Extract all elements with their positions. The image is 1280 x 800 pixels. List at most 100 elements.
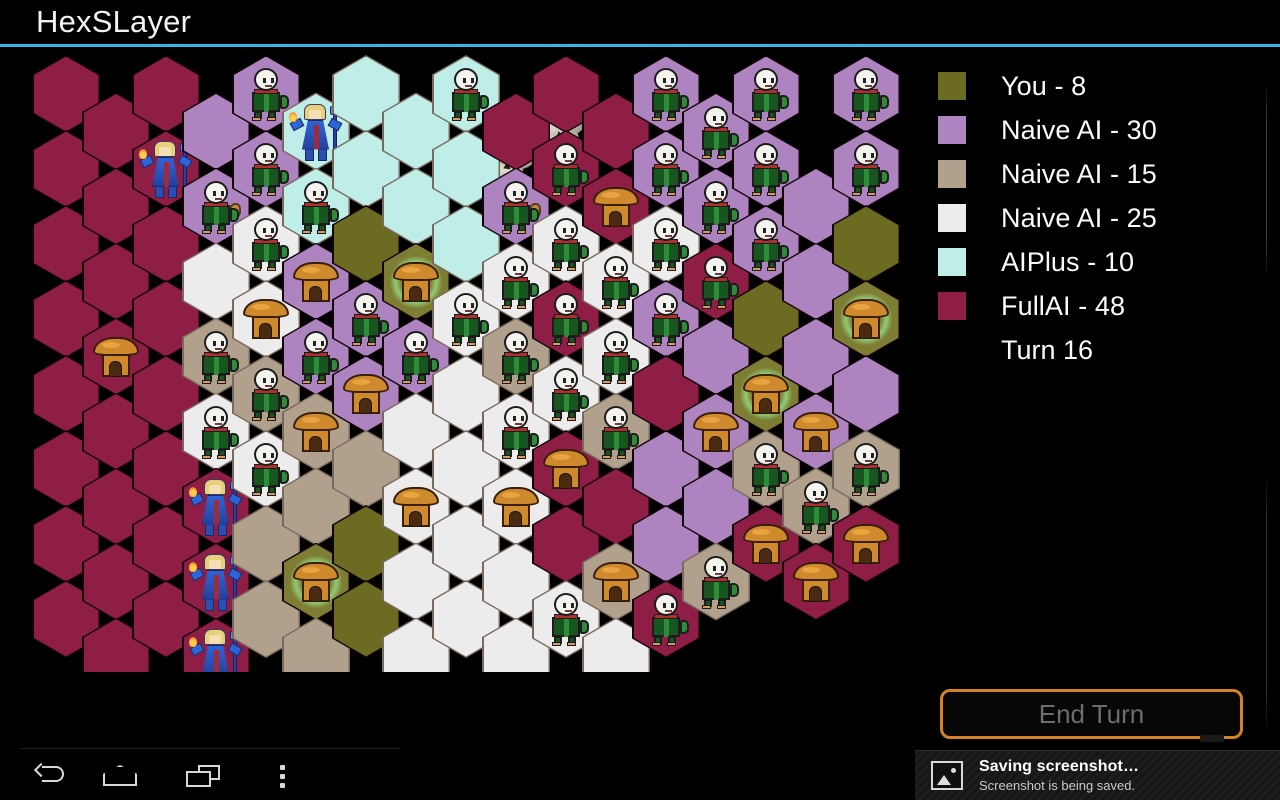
soldier-sprite[interactable]	[646, 593, 689, 646]
soldier-sprite[interactable]	[246, 443, 289, 496]
soldier-sprite[interactable]	[846, 443, 889, 496]
toast-text: Saving screenshot… Screenshot is being s…	[979, 758, 1139, 793]
side-panel: You - 8 Naive AI - 30 Naive AI - 15 Naive A…	[900, 47, 1280, 800]
soldier-sprite[interactable]	[596, 330, 639, 384]
soldier-sprite[interactable]	[546, 368, 589, 421]
overflow-menu-button[interactable]	[260, 760, 306, 790]
hut-sprite[interactable]	[793, 410, 839, 454]
home-button[interactable]	[97, 760, 143, 790]
soldier-sprite[interactable]	[546, 293, 589, 346]
soldier-sprite[interactable]	[546, 218, 589, 271]
soldier-sprite[interactable]	[646, 143, 689, 196]
soldier-sprite[interactable]	[246, 368, 289, 421]
legend-row: AIPlus - 10	[938, 240, 1157, 284]
soldier-sprite[interactable]	[296, 180, 339, 234]
hex-tile[interactable]	[832, 55, 900, 133]
hut-sprite[interactable]	[243, 297, 289, 341]
soldier-sprite[interactable]	[296, 330, 339, 384]
soldier-sprite[interactable]	[546, 593, 589, 646]
nav-hairline	[20, 748, 400, 749]
player-score-label: FullAI - 48	[1001, 290, 1126, 321]
soldier-sprite[interactable]	[646, 293, 689, 346]
hut-sprite[interactable]	[793, 560, 839, 604]
recents-button[interactable]	[178, 760, 224, 790]
soldier-sprite[interactable]	[696, 180, 739, 234]
hut-sprite[interactable]	[593, 560, 639, 604]
turn-row: Turn 16	[938, 328, 1157, 372]
soldier-sprite[interactable]	[746, 68, 789, 121]
player-score-label: Naive AI - 15	[1001, 158, 1157, 189]
soldier-sprite[interactable]	[196, 330, 239, 384]
player-color-swatch	[938, 248, 966, 276]
soldier-sprite[interactable]	[696, 255, 739, 309]
hut-sprite[interactable]	[93, 335, 139, 379]
soldier-sprite[interactable]	[246, 143, 289, 196]
screenshot-toast[interactable]: Saving screenshot… Screenshot is being s…	[915, 750, 1280, 800]
android-nav-bar	[0, 748, 900, 800]
soldier-sprite[interactable]	[746, 218, 789, 271]
soldier-sprite[interactable]	[546, 143, 589, 196]
hut-sprite[interactable]	[743, 522, 789, 566]
soldier-sprite[interactable]	[846, 68, 889, 121]
soldier-sprite[interactable]	[646, 68, 689, 121]
soldier-sprite[interactable]	[796, 480, 839, 534]
soldier-sprite[interactable]	[446, 293, 489, 346]
player-score-label: AIPlus - 10	[1001, 246, 1135, 277]
player-score-legend: You - 8 Naive AI - 30 Naive AI - 15 Naive A…	[938, 64, 1157, 372]
hut-sprite[interactable]	[593, 185, 639, 229]
hut-sprite[interactable]	[293, 260, 339, 304]
soldier-with-sack-sprite[interactable]	[196, 180, 241, 234]
player-color-swatch	[938, 116, 966, 144]
soldier-sprite[interactable]	[496, 330, 539, 384]
soldier-sprite[interactable]	[746, 143, 789, 196]
legend-row: Naive AI - 15	[938, 152, 1157, 196]
soldier-sprite[interactable]	[596, 255, 639, 309]
player-score-label: You - 8	[1001, 70, 1087, 101]
end-turn-button[interactable]: End Turn	[940, 689, 1243, 739]
hut-sprite[interactable]	[743, 372, 789, 416]
player-color-swatch	[938, 72, 966, 100]
player-color-swatch	[938, 160, 966, 188]
soldier-sprite[interactable]	[596, 405, 639, 459]
title-bar: HexSLayer	[0, 0, 1280, 47]
soldier-sprite[interactable]	[496, 255, 539, 309]
hut-sprite[interactable]	[493, 485, 539, 529]
soldier-sprite[interactable]	[696, 105, 739, 159]
soldier-sprite[interactable]	[646, 218, 689, 271]
soldier-sprite[interactable]	[846, 143, 889, 196]
hexslayer-app: HexSLayer You - 8 Naive AI - 30 Naive AI -…	[0, 0, 1280, 800]
hut-sprite[interactable]	[293, 560, 339, 604]
player-score-label: Naive AI - 25	[1001, 202, 1157, 233]
hut-sprite[interactable]	[543, 447, 589, 491]
player-color-swatch	[938, 292, 966, 320]
home-icon	[103, 765, 137, 786]
soldier-sprite[interactable]	[246, 68, 289, 121]
player-score-label: Naive AI - 30	[1001, 114, 1157, 145]
soldier-with-sack-sprite[interactable]	[496, 180, 541, 234]
soldier-sprite[interactable]	[196, 405, 239, 459]
hut-sprite[interactable]	[843, 297, 889, 341]
hut-sprite[interactable]	[393, 260, 439, 304]
soldier-sprite[interactable]	[696, 555, 739, 609]
player-color-swatch	[938, 204, 966, 232]
soldier-sprite[interactable]	[396, 330, 439, 384]
hut-sprite[interactable]	[843, 522, 889, 566]
soldier-sprite[interactable]	[496, 405, 539, 459]
soldier-sprite[interactable]	[446, 68, 489, 121]
toast-subtitle: Screenshot is being saved.	[979, 778, 1136, 793]
hex-game-board[interactable]	[0, 47, 900, 672]
recents-icon	[186, 765, 220, 787]
soldier-sprite[interactable]	[746, 443, 789, 496]
turn-counter: Turn 16	[1001, 334, 1094, 365]
legend-row: You - 8	[938, 64, 1157, 108]
hut-sprite[interactable]	[293, 410, 339, 454]
legend-row: Naive AI - 25	[938, 196, 1157, 240]
hut-sprite[interactable]	[693, 410, 739, 454]
soldier-sprite[interactable]	[246, 218, 289, 271]
end-turn-label: End Turn	[1038, 698, 1145, 729]
hut-sprite[interactable]	[343, 372, 389, 416]
back-button[interactable]	[18, 760, 64, 790]
soldier-sprite[interactable]	[346, 293, 389, 346]
hut-sprite[interactable]	[393, 485, 439, 529]
button-shadow	[1200, 735, 1224, 742]
